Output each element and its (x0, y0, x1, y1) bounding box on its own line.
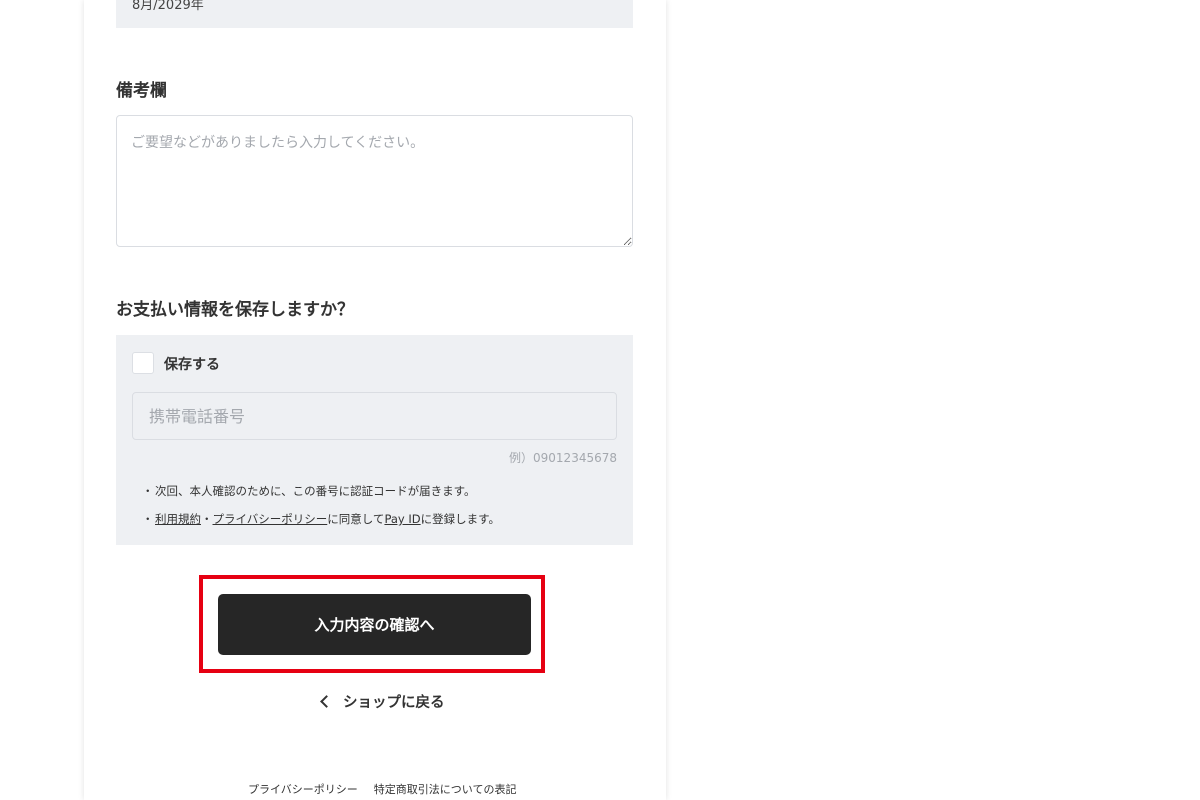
note-text: に同意して (327, 512, 385, 526)
save-payment-title: お支払い情報を保存しますか？ (116, 300, 354, 320)
confirm-input-button[interactable]: 入力内容の確認へ (218, 594, 531, 655)
save-payment-panel: 保存する 例）09012345678 ・ 次回、本人確認のために、この番号に認証… (116, 335, 633, 545)
card-expiry-display: 8月/2029年 (116, 0, 633, 28)
footer-links: プライバシーポリシー 特定商取引法についての表記 (248, 781, 516, 797)
memo-section-title: 備考欄 (116, 81, 167, 101)
back-to-shop-link[interactable]: ショップに戻る (316, 691, 445, 712)
note-text: 次回、本人確認のために、この番号に認証コードが届きます。 (155, 484, 476, 498)
save-payment-checkbox-label[interactable]: 保存する (164, 354, 220, 374)
phone-number-input[interactable] (132, 392, 617, 440)
terms-link[interactable]: 利用規約 (155, 512, 201, 526)
phone-example-hint: 例）09012345678 (509, 451, 617, 465)
footer-privacy-policy-link[interactable]: プライバシーポリシー (248, 781, 358, 797)
note-bullet: ・ (142, 512, 154, 526)
save-payment-checkbox[interactable] (132, 352, 154, 374)
note-item: ・ 次回、本人確認のために、この番号に認証コードが届きます。 (142, 483, 500, 511)
note-text: に登録します。 (420, 512, 500, 526)
footer-commercial-law-link[interactable]: 特定商取引法についての表記 (374, 781, 517, 797)
note-separator: ・ (201, 512, 213, 526)
save-payment-notes: ・ 次回、本人確認のために、この番号に認証コードが届きます。 ・ 利用規約・プラ… (142, 483, 500, 539)
memo-textarea[interactable] (116, 115, 633, 247)
back-to-shop-label: ショップに戻る (343, 695, 445, 711)
note-item: ・ 利用規約・プライバシーポリシーに同意してPay IDに登録します。 (142, 511, 500, 539)
note-bullet: ・ (142, 484, 154, 498)
card-expiry-value: 8月/2029年 (132, 0, 204, 13)
chevron-left-icon (320, 695, 333, 708)
pay-id-link[interactable]: Pay ID (384, 512, 420, 526)
privacy-policy-link[interactable]: プライバシーポリシー (213, 512, 328, 526)
